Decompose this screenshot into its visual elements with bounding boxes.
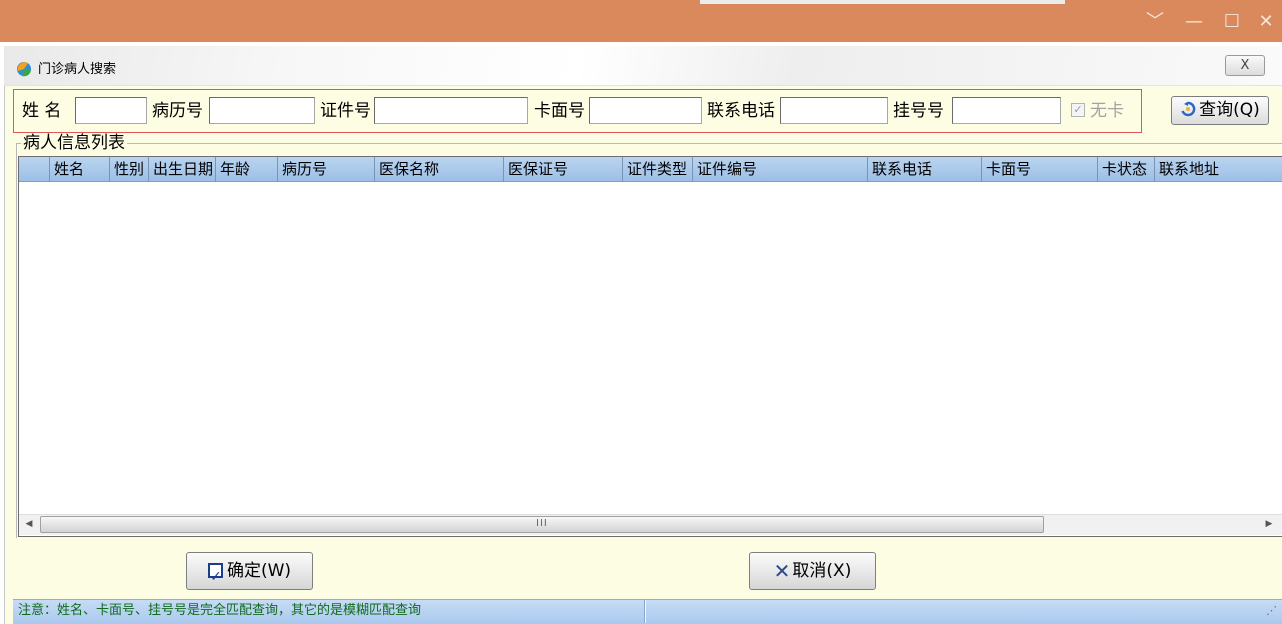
name-label: 姓 名	[22, 101, 62, 121]
confirm-button-label: 确定(W)	[226, 561, 292, 581]
col-header-insurance-no[interactable]: 医保证号	[503, 157, 568, 182]
query-button[interactable]: 查询(Q)	[1171, 96, 1269, 125]
registration-no-input[interactable]	[952, 97, 1061, 124]
minimize-button[interactable]: —	[1175, 5, 1213, 39]
app-logo-icon	[17, 62, 32, 77]
card-no-input[interactable]	[589, 97, 702, 124]
patient-grid[interactable]	[18, 156, 1282, 537]
record-no-label: 病历号	[152, 101, 203, 121]
phone-input[interactable]	[780, 97, 888, 124]
collapse-icon[interactable]: ﹀	[1136, 5, 1174, 39]
scroll-right-icon[interactable]: ▶	[1262, 516, 1276, 533]
scroll-left-icon[interactable]: ◀	[22, 516, 36, 533]
grid-header: 姓名 性别 出生日期 年龄 病历号 医保名称 医保证号 证件类型 证件编号 联系…	[19, 157, 1282, 182]
no-card-checkbox[interactable]: ✓	[1071, 103, 1085, 117]
col-header-address[interactable]: 联系地址	[1154, 157, 1219, 182]
phone-label: 联系电话	[707, 101, 775, 121]
confirm-button[interactable]: 确定(W)	[186, 552, 313, 595]
taskbar-strip	[700, 0, 1065, 4]
resize-grip-icon[interactable]: ⋰	[1266, 604, 1277, 618]
patient-list-title: 病人信息列表	[21, 133, 127, 153]
registration-no-label: 挂号号	[893, 101, 944, 121]
dialog-close-button[interactable]: X	[1225, 55, 1265, 76]
col-header-name[interactable]: 姓名	[49, 157, 84, 182]
col-header-gender[interactable]: 性别	[109, 157, 144, 182]
col-header-record-no[interactable]: 病历号	[277, 157, 327, 182]
col-header-card-no[interactable]: 卡面号	[981, 157, 1031, 182]
no-card-label: 无卡	[1090, 101, 1124, 121]
cross-icon: ✕	[773, 559, 791, 583]
col-header-birthdate[interactable]: 出生日期	[148, 157, 213, 182]
col-header-id-type[interactable]: 证件类型	[622, 157, 687, 182]
col-header-age[interactable]: 年龄	[215, 157, 250, 182]
id-no-label: 证件号	[320, 101, 371, 121]
dialog-title: 门诊病人搜索	[38, 62, 117, 77]
status-message: 注意：姓名、卡面号、挂号号是完全匹配查询，其它的是模糊匹配查询	[18, 603, 422, 618]
col-header-phone[interactable]: 联系电话	[867, 157, 932, 182]
name-input[interactable]	[75, 97, 147, 124]
col-header-card-status[interactable]: 卡状态	[1097, 157, 1147, 182]
checkbox-icon	[207, 559, 223, 595]
maximize-button[interactable]: ☐	[1213, 5, 1251, 39]
card-no-label: 卡面号	[534, 101, 585, 121]
status-divider	[644, 600, 646, 623]
cancel-button[interactable]: ✕ 取消(X)	[749, 552, 876, 590]
record-no-input[interactable]	[209, 97, 315, 124]
dialog-header	[4, 46, 1282, 86]
col-header-insurance[interactable]: 医保名称	[374, 157, 439, 182]
refresh-icon	[1181, 101, 1196, 117]
col-header-id-no[interactable]: 证件编号	[692, 157, 757, 182]
query-button-label: 查询(Q)	[1199, 100, 1260, 120]
id-no-input[interactable]	[374, 97, 528, 124]
scroll-grip-icon: III	[536, 518, 548, 529]
window-titlebar	[0, 0, 1282, 42]
cancel-button-label: 取消(X)	[792, 561, 852, 581]
window-close-button[interactable]: ✕	[1247, 5, 1282, 39]
